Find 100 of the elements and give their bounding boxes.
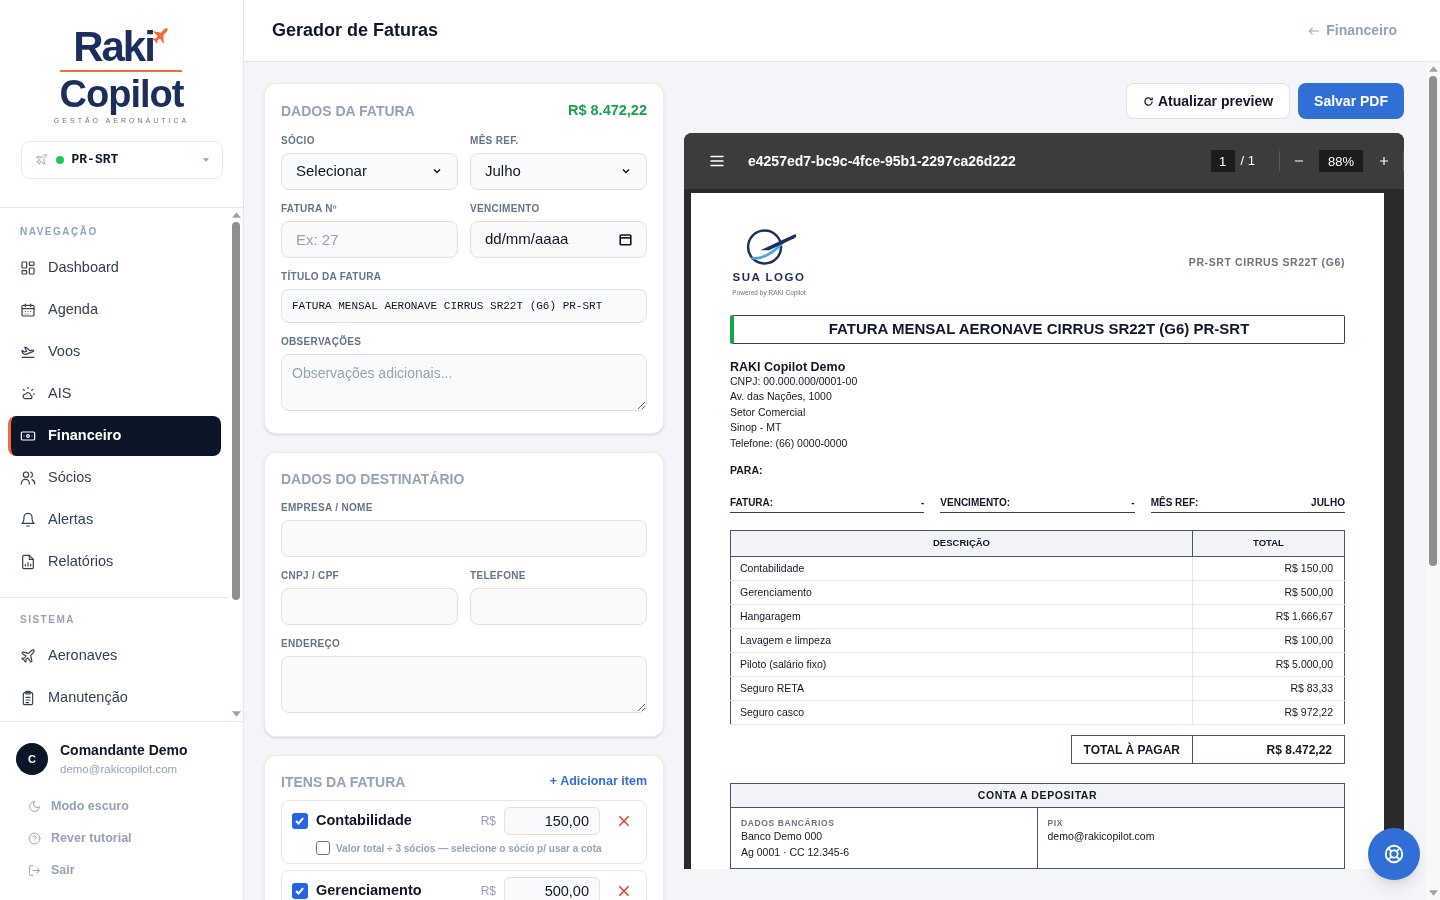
notes-field[interactable]: Observações adicionais... [281,353,647,411]
page-title: Gerador de Faturas [272,19,439,42]
checkbox[interactable] [292,882,308,899]
scroll-down-icon[interactable] [1428,890,1438,896]
scroll-up-icon[interactable] [1428,66,1438,72]
item-name: Gerenciamento [316,880,423,900]
scrollbar-thumb[interactable] [1429,76,1437,566]
checkmark-icon [294,885,306,897]
table-cell: Seguro RETA [730,676,1193,701]
bank-detail: Banco Demo 000 [741,829,824,844]
field-label: VENCIMENTO [470,202,541,215]
scrollbar-thumb[interactable] [232,221,240,600]
page-number-field[interactable]: 1 [1210,150,1235,172]
logo-text: SUA LOGO [732,270,806,285]
nav-item[interactable]: Aeronaves [8,635,221,676]
table-cell: Gerenciamento [730,580,1193,605]
moon-icon [28,799,41,813]
column-header: TOTAL [1192,530,1345,557]
table-cell: Piloto (salário fixo) [730,652,1193,677]
currency-label: R$ [480,812,496,830]
report-icon [20,553,36,570]
table-cell: R$ 1.666,67 [1192,604,1345,629]
due-date-field[interactable]: dd/mm/aaaa [470,220,647,258]
nav-item[interactable]: Alertas [8,499,221,540]
cloud-sun-icon [20,385,36,402]
field-label: CNPJ / CPF [281,569,340,582]
zoom-field[interactable]: 88% [1319,150,1363,172]
card-title: DADOS DA FATURA [281,101,415,121]
meta-field: VENCIMENTO: - [940,495,1135,513]
scroll-down-icon[interactable] [231,710,241,717]
nav-item[interactable]: AIS [8,373,221,414]
logo-wordmark: Copilot [59,74,184,114]
section-heading: NAVEGAÇÃO [19,224,99,239]
field-label: TELEFONE [470,569,527,582]
nav-item[interactable]: Relatórios [8,541,221,582]
item-note: Valor total ÷ 3 sócios — selecione o sócio p/ usar a cota [336,841,602,856]
card-title: ITENS DA FATURA [281,772,406,792]
amount-field[interactable]: 150,00 [504,806,600,835]
checkbox[interactable] [316,841,330,856]
user-name: Comandante Demo [60,740,188,760]
column-header: DESCRIÇÃO [730,530,1193,557]
table-cell: Contabilidade [730,556,1193,581]
add-item-link[interactable]: + Adicionar item [549,772,647,792]
field-label: ENDEREÇO [281,637,342,650]
month-select[interactable]: Julho [470,152,647,190]
plane-icon [20,647,36,664]
invoice-number-field[interactable]: Ex: 27 [281,220,458,258]
issuer-name: RAKI Copilot Demo [730,360,847,374]
currency-label: R$ [480,882,496,900]
help-icon [28,831,41,845]
checkbox[interactable] [292,812,308,829]
nav-item[interactable]: Voos [8,331,221,372]
company-field[interactable] [281,519,647,557]
issuer-detail: Telefone: (66) 0000-0000 [730,435,849,451]
aircraft-selector[interactable]: PR-SRT [20,140,223,179]
caret-icon [202,157,209,162]
issuer-detail: Av. das Nações, 1000 [730,389,833,405]
table-cell: Lavagem e limpeza [730,628,1193,653]
address-field[interactable] [281,655,647,713]
card-title: DADOS DO DESTINATÁRIO [281,469,465,489]
table-cell: R$ 972,22 [1192,700,1345,725]
phone-field[interactable] [470,587,647,625]
pix-label: PIX [1047,817,1064,829]
pix-key: demo@rakicopilot.com [1047,829,1344,845]
logout-icon [28,863,41,877]
refresh-preview-button[interactable]: Atualizar preview [1125,83,1291,119]
nav-item[interactable]: Sócios [8,457,221,498]
total-value: R$ 8.472,22 [1193,735,1345,764]
socio-select[interactable]: Selecionar [281,152,458,190]
table-cell: R$ 83,33 [1192,676,1345,701]
cnpj-field[interactable] [281,587,458,625]
scroll-up-icon[interactable] [231,211,241,218]
table-cell: Seguro casco [730,700,1193,725]
checkmark-icon [294,815,306,827]
bell-icon [20,511,36,528]
field-label: OBSERVAÇÕES [281,335,363,348]
users-icon [20,469,36,486]
nav-item[interactable]: Dashboard [8,247,221,288]
nav-item[interactable]: Agenda [8,289,221,330]
pdf-filename: e4257ed7-bc9c-4fce-95b1-2297ca26d222 [748,151,1017,171]
zoom-in-icon[interactable] [1377,154,1391,168]
save-pdf-button[interactable]: Salvar PDF [1298,83,1404,119]
bank-detail: Ag 0001 · CC 12.345-6 [741,844,850,860]
lifebuoy-icon [1383,843,1405,865]
calendar-icon [619,232,632,246]
avatar: C [16,742,48,775]
amount-field[interactable]: 500,00 [504,876,600,900]
title-field[interactable]: FATURA MENSAL AERONAVE CIRRUS SR22T (G6) PR-SRT [281,288,647,323]
nav-item[interactable]: Financeiro [8,415,221,456]
table-cell: R$ 150,00 [1192,556,1345,581]
aircraft-label: PR-SRT CIRRUS SR22T (G6) [1188,254,1345,270]
help-button[interactable] [1368,828,1420,880]
field-label: SÓCIO [281,134,316,147]
nav-item[interactable]: Manutenção [8,677,221,718]
deposit-title: CONTA A DEPOSITAR [731,784,1344,808]
table-cell: R$ 100,00 [1192,628,1345,653]
issuer-detail: CNPJ: 00.000.000/0001-00 [730,374,859,389]
field-label: MÊS REF. [470,134,520,147]
invoice-total: R$ 8.472,22 [568,101,647,120]
user-email: demo@rakicopilot.com [60,761,179,777]
